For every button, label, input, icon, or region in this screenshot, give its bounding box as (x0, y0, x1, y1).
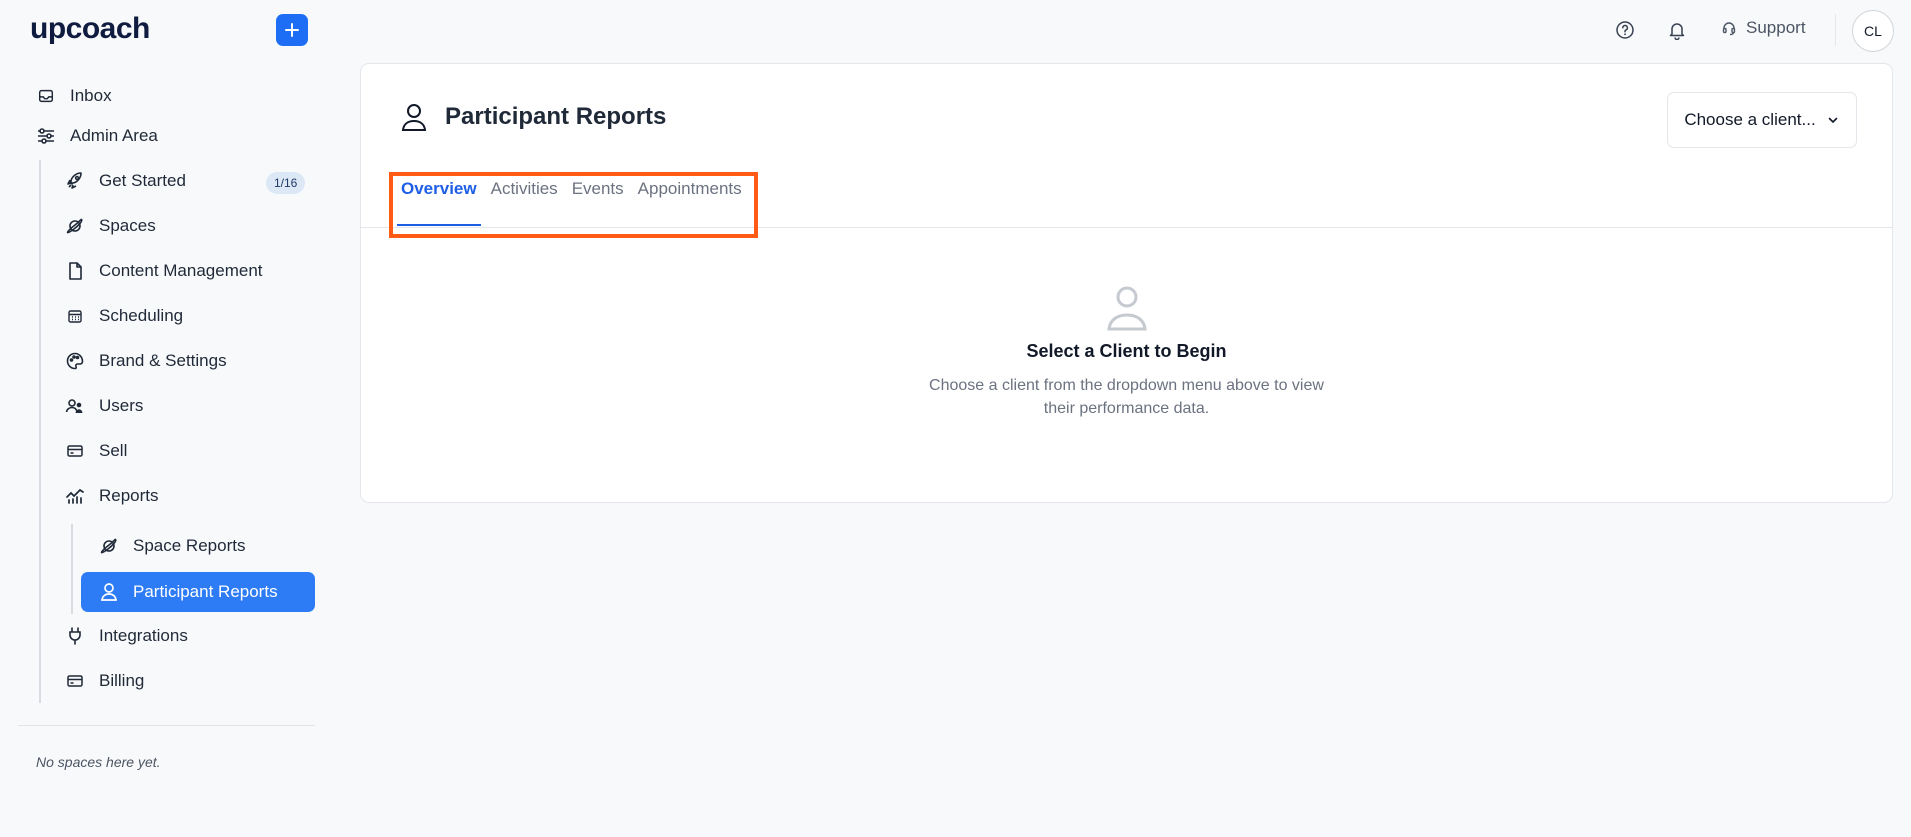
sidebar-item-integrations[interactable]: Integrations (65, 618, 188, 654)
no-spaces-text: No spaces here yet. (36, 754, 161, 770)
sidebar-divider (18, 725, 315, 726)
empty-state: Select a Client to Begin Choose a client… (361, 283, 1892, 420)
support-label: Support (1746, 18, 1806, 37)
add-button[interactable] (276, 14, 308, 46)
tab-activities[interactable]: Activities (487, 177, 562, 227)
rocket-icon (65, 171, 85, 191)
file-icon (65, 261, 85, 281)
plug-icon (65, 626, 85, 646)
tabs-divider (361, 227, 1892, 228)
sidebar-item-content-management[interactable]: Content Management (65, 253, 263, 289)
sidebar-item-get-started[interactable]: Get Started (65, 163, 186, 199)
sidebar-item-label: Participant Reports (133, 582, 278, 601)
report-tabs: Overview Activities Events Appointments (397, 177, 752, 227)
sidebar-item-reports[interactable]: Reports (65, 478, 159, 514)
client-select-label: Choose a client... (1684, 110, 1816, 129)
plus-icon (285, 23, 299, 37)
reports-tree-line (71, 524, 73, 614)
sliders-icon (36, 126, 56, 146)
page-header: Participant Reports (399, 102, 666, 132)
tab-overview[interactable]: Overview (397, 177, 481, 227)
support-button[interactable]: Support (1720, 18, 1806, 38)
chart-icon (65, 486, 85, 506)
reports-card: Participant Reports Choose a client... O… (360, 63, 1893, 503)
sidebar-item-label: Admin Area (70, 126, 158, 145)
sidebar-item-participant-reports[interactable]: Participant Reports (81, 572, 315, 612)
empty-state-description: Choose a client from the dropdown menu a… (929, 377, 1324, 417)
sidebar-item-label: Scheduling (99, 306, 184, 325)
headset-icon (1720, 19, 1738, 37)
sidebar-item-billing[interactable]: Billing (65, 663, 144, 699)
sidebar-item-admin-area[interactable]: Admin Area (36, 118, 158, 154)
sidebar-item-label: Sell (99, 441, 128, 460)
calendar-icon (65, 306, 85, 326)
sidebar-item-label: Billing (99, 671, 145, 690)
user-icon (399, 102, 429, 132)
sidebar-item-label: Integrations (99, 626, 188, 645)
billing-icon (65, 671, 85, 691)
sidebar-item-label: Brand & Settings (99, 351, 227, 370)
topbar-separator (1835, 14, 1836, 46)
sidebar-item-users[interactable]: Users (65, 388, 143, 424)
page-title: Participant Reports (445, 103, 667, 130)
sidebar-item-sell[interactable]: Sell (65, 433, 127, 469)
sidebar-item-space-reports[interactable]: Space Reports (99, 528, 245, 564)
client-select[interactable]: Choose a client... (1667, 92, 1857, 148)
palette-icon (65, 351, 85, 371)
user-icon (99, 582, 119, 602)
notifications-button[interactable] (1666, 19, 1688, 41)
sidebar-item-label: Space Reports (133, 536, 246, 555)
user-icon (1104, 283, 1150, 333)
avatar[interactable]: CL (1852, 10, 1894, 52)
tab-appointments[interactable]: Appointments (634, 177, 746, 227)
sidebar-item-brand-settings[interactable]: Brand & Settings (65, 343, 227, 379)
empty-state-title: Select a Client to Begin (1026, 341, 1227, 361)
planet-icon (65, 216, 85, 236)
card-icon (65, 441, 85, 461)
chevron-down-icon (1826, 113, 1840, 127)
sidebar: upcoach Inbox Admin Area Get Started 1/1… (0, 0, 330, 837)
sidebar-item-label: Get Started (99, 171, 186, 190)
sidebar-item-scheduling[interactable]: Scheduling (65, 298, 183, 334)
inbox-icon (36, 86, 56, 106)
sidebar-item-label: Spaces (99, 216, 156, 235)
users-icon (65, 396, 85, 416)
admin-tree-line (39, 160, 41, 703)
sidebar-item-label: Reports (99, 486, 159, 505)
tab-events[interactable]: Events (568, 177, 628, 227)
help-button[interactable] (1614, 19, 1636, 41)
bell-icon (1669, 23, 1685, 40)
sidebar-item-label: Users (99, 396, 144, 415)
sidebar-item-spaces[interactable]: Spaces (65, 208, 156, 244)
sidebar-item-label: Content Management (99, 261, 263, 280)
progress-badge: 1/16 (266, 172, 306, 194)
help-icon (1616, 21, 1634, 39)
upcoach-logo[interactable]: upcoach (30, 12, 150, 46)
planet-icon (99, 536, 119, 556)
sidebar-item-label: Inbox (70, 86, 112, 105)
sidebar-item-inbox[interactable]: Inbox (36, 78, 112, 114)
